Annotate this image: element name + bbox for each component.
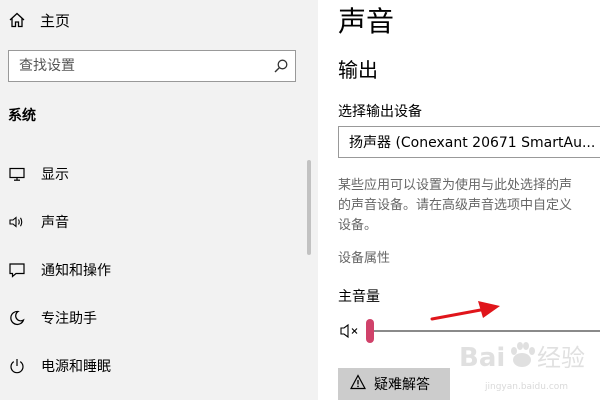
- search-input[interactable]: [19, 51, 267, 81]
- sidebar-item-power[interactable]: 电源和睡眠: [0, 342, 300, 390]
- sidebar: 主页 系统 显示 声音 通知和操作: [0, 0, 318, 400]
- sidebar-item-display[interactable]: 显示: [0, 150, 300, 198]
- sidebar-item-label: 声音: [41, 215, 69, 231]
- sidebar-item-notifications[interactable]: 通知和操作: [0, 246, 300, 294]
- home-icon: [8, 11, 26, 29]
- output-heading: 输出: [338, 58, 378, 82]
- sidebar-nav: 显示 声音 通知和操作 专注助手 电源和睡眠: [0, 150, 300, 390]
- search-box[interactable]: [8, 50, 296, 82]
- baidu-watermark: Bai 经验 jingyan.baidu.com: [455, 330, 595, 398]
- sidebar-item-label: 专注助手: [41, 311, 97, 327]
- mute-icon[interactable]: [340, 323, 362, 343]
- moon-icon: [8, 309, 26, 327]
- sidebar-item-label: 显示: [41, 167, 69, 183]
- volume-slider-thumb[interactable]: [366, 319, 374, 343]
- output-device-dropdown[interactable]: 扬声器 (Conexant 20671 SmartAu...: [338, 126, 600, 158]
- monitor-icon: [8, 165, 26, 183]
- watermark-subtext: jingyan.baidu.com: [485, 382, 569, 392]
- sidebar-item-label: 通知和操作: [41, 263, 111, 279]
- svg-text:经验: 经验: [537, 344, 585, 372]
- description-line: 某些应用可以设置为使用与此处选择的声: [338, 178, 573, 193]
- notification-icon: [8, 261, 26, 279]
- troubleshoot-button[interactable]: 疑难解答: [338, 368, 450, 400]
- output-description: 某些应用可以设置为使用与此处选择的声 的声音设备。请在高级声音选项中自定义 设备…: [338, 176, 600, 236]
- speaker-icon: [8, 213, 26, 231]
- description-line: 的声音设备。请在高级声音选项中自定义: [338, 198, 573, 213]
- device-properties-link[interactable]: 设备属性: [338, 247, 390, 266]
- sidebar-item-label: 电源和睡眠: [41, 359, 111, 375]
- home-nav-item[interactable]: 主页: [8, 8, 70, 32]
- search-icon[interactable]: [267, 58, 295, 74]
- home-label: 主页: [40, 11, 71, 30]
- power-icon: [8, 357, 26, 375]
- page-title: 声音: [338, 5, 395, 38]
- output-device-label: 选择输出设备: [338, 104, 422, 120]
- annotation-arrow-icon: [430, 301, 500, 321]
- description-line: 设备。: [338, 218, 378, 233]
- svg-text:Bai: Bai: [459, 343, 505, 373]
- troubleshoot-label: 疑难解答: [374, 377, 430, 393]
- sidebar-scrollbar[interactable]: [307, 160, 311, 255]
- sidebar-item-sound[interactable]: 声音: [0, 198, 300, 246]
- section-title: 系统: [8, 108, 36, 124]
- warning-icon: [349, 374, 367, 394]
- output-device-value: 扬声器 (Conexant 20671 SmartAu...: [349, 135, 596, 151]
- master-volume-label: 主音量: [338, 289, 380, 305]
- sidebar-item-focus-assist[interactable]: 专注助手: [0, 294, 300, 342]
